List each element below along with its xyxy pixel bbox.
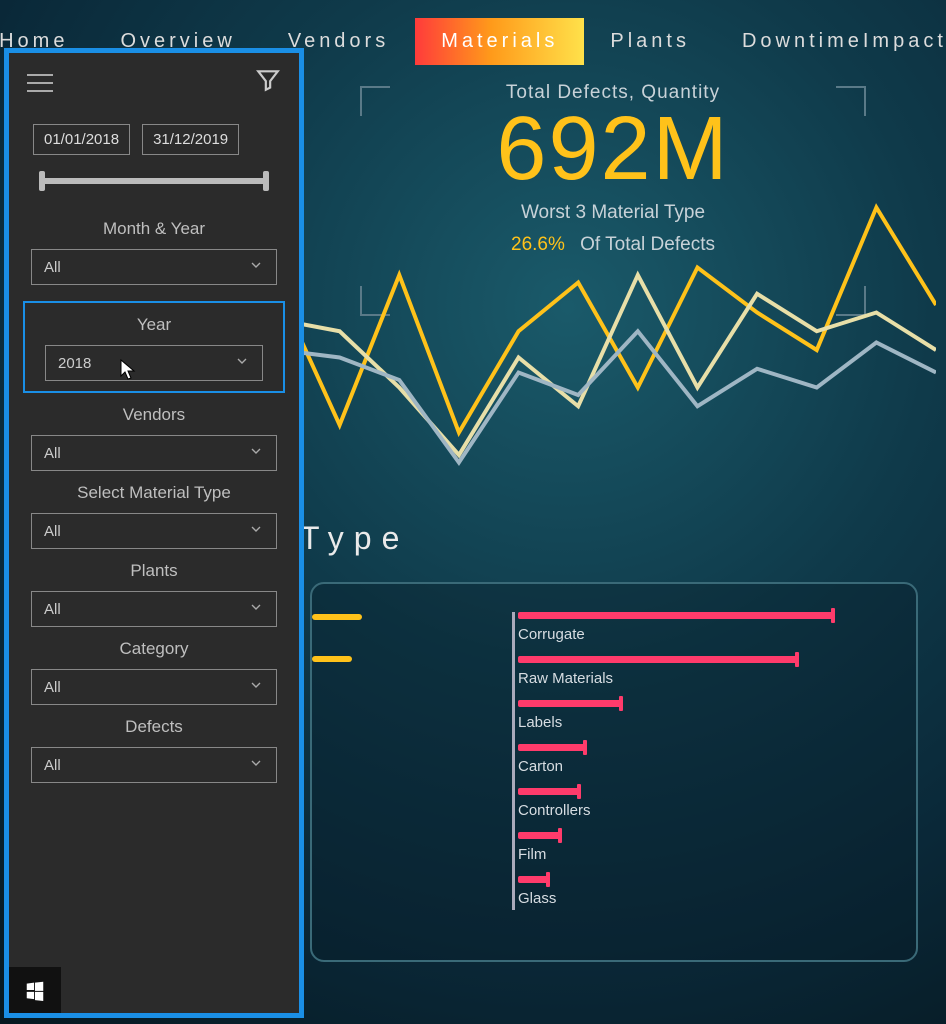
bar-label: Controllers (518, 802, 591, 819)
filter-dropdown[interactable]: All (31, 435, 277, 471)
filter-label: Plants (31, 561, 277, 581)
bar (518, 700, 621, 707)
trend-line-chart (280, 200, 936, 500)
filter-dropdown[interactable]: 2018 (45, 345, 263, 381)
filter-group: Plants All (9, 553, 299, 631)
dropdown-value: 2018 (58, 355, 91, 372)
dropdown-value: All (44, 523, 61, 540)
bar (518, 876, 548, 883)
bar-label: Labels (518, 714, 562, 731)
dropdown-value: All (44, 757, 61, 774)
bar-label: Film (518, 846, 546, 863)
filter-dropdown[interactable]: All (31, 513, 277, 549)
nav-tab-materials[interactable]: Materials (415, 18, 584, 65)
windows-start-icon[interactable] (9, 967, 61, 1013)
filter-dropdown[interactable]: All (31, 747, 277, 783)
chevron-down-icon (248, 257, 264, 277)
date-to-input[interactable]: 31/12/2019 (142, 124, 239, 155)
bar (518, 788, 579, 795)
chevron-down-icon (248, 755, 264, 775)
filter-label: Select Material Type (31, 483, 277, 503)
date-from-input[interactable]: 01/01/2018 (33, 124, 130, 155)
bar (518, 612, 833, 619)
bar-label: Carton (518, 758, 563, 775)
filter-label: Vendors (31, 405, 277, 425)
bar-row: Raw Materials (512, 656, 876, 700)
filter-group: Defects All (9, 709, 299, 787)
bar-label: Raw Materials (518, 670, 613, 687)
filter-group: Select Material Type All (9, 475, 299, 553)
dropdown-value: All (44, 445, 61, 462)
dropdown-value: All (44, 679, 61, 696)
section-title: Type (300, 520, 409, 557)
mouse-cursor-icon (120, 359, 136, 385)
date-range-row: 01/01/2018 31/12/2019 (9, 106, 299, 161)
bar-row: Controllers (512, 788, 876, 832)
bar (518, 656, 797, 663)
filter-group: Vendors All (9, 397, 299, 475)
filter-label: Month & Year (31, 219, 277, 239)
line-series-grey (280, 331, 936, 462)
filter-dropdown[interactable]: All (31, 591, 277, 627)
filter-sidebar: 01/01/2018 31/12/2019 Month & Year All Yea… (4, 48, 304, 1018)
material-bar-chart: Corrugate Raw Materials Labels Carton Contro… (512, 612, 876, 940)
bar-row: Carton (512, 744, 876, 788)
corner-decoration (836, 86, 866, 116)
filter-label: Year (45, 315, 263, 335)
stub-bars (312, 614, 362, 698)
nav-tab-downtimeimpact[interactable]: DowntimeImpact (716, 18, 946, 65)
line-series-gold (280, 208, 936, 433)
bar-label: Glass (518, 890, 556, 907)
filter-dropdown[interactable]: All (31, 249, 277, 285)
corner-decoration (360, 86, 390, 116)
filter-group: Category All (9, 631, 299, 709)
bar-row: Glass (512, 876, 876, 920)
bar-row: Labels (512, 700, 876, 744)
hamburger-icon[interactable] (27, 74, 53, 92)
filter-dropdown[interactable]: All (31, 669, 277, 705)
filter-label: Category (31, 639, 277, 659)
bar-chart-card: Corrugate Raw Materials Labels Carton Contro… (310, 582, 918, 962)
nav-tab-plants[interactable]: Plants (584, 18, 716, 65)
filter-funnel-icon[interactable] (255, 67, 281, 98)
filter-label: Defects (31, 717, 277, 737)
chevron-down-icon (248, 443, 264, 463)
bar (518, 832, 560, 839)
date-range-slider[interactable] (39, 171, 269, 189)
dropdown-value: All (44, 259, 61, 276)
bar-row: Corrugate (512, 612, 876, 656)
chevron-down-icon (248, 599, 264, 619)
chevron-down-icon (248, 521, 264, 541)
filter-group: Month & Year All (9, 211, 299, 289)
bar-row: Film (512, 832, 876, 876)
bar (518, 744, 585, 751)
filter-group-highlighted: Year 2018 (23, 301, 285, 393)
kpi-value: 692M (320, 104, 906, 194)
dropdown-value: All (44, 601, 61, 618)
chevron-down-icon (234, 353, 250, 373)
bar-label: Corrugate (518, 626, 585, 643)
chevron-down-icon (248, 677, 264, 697)
